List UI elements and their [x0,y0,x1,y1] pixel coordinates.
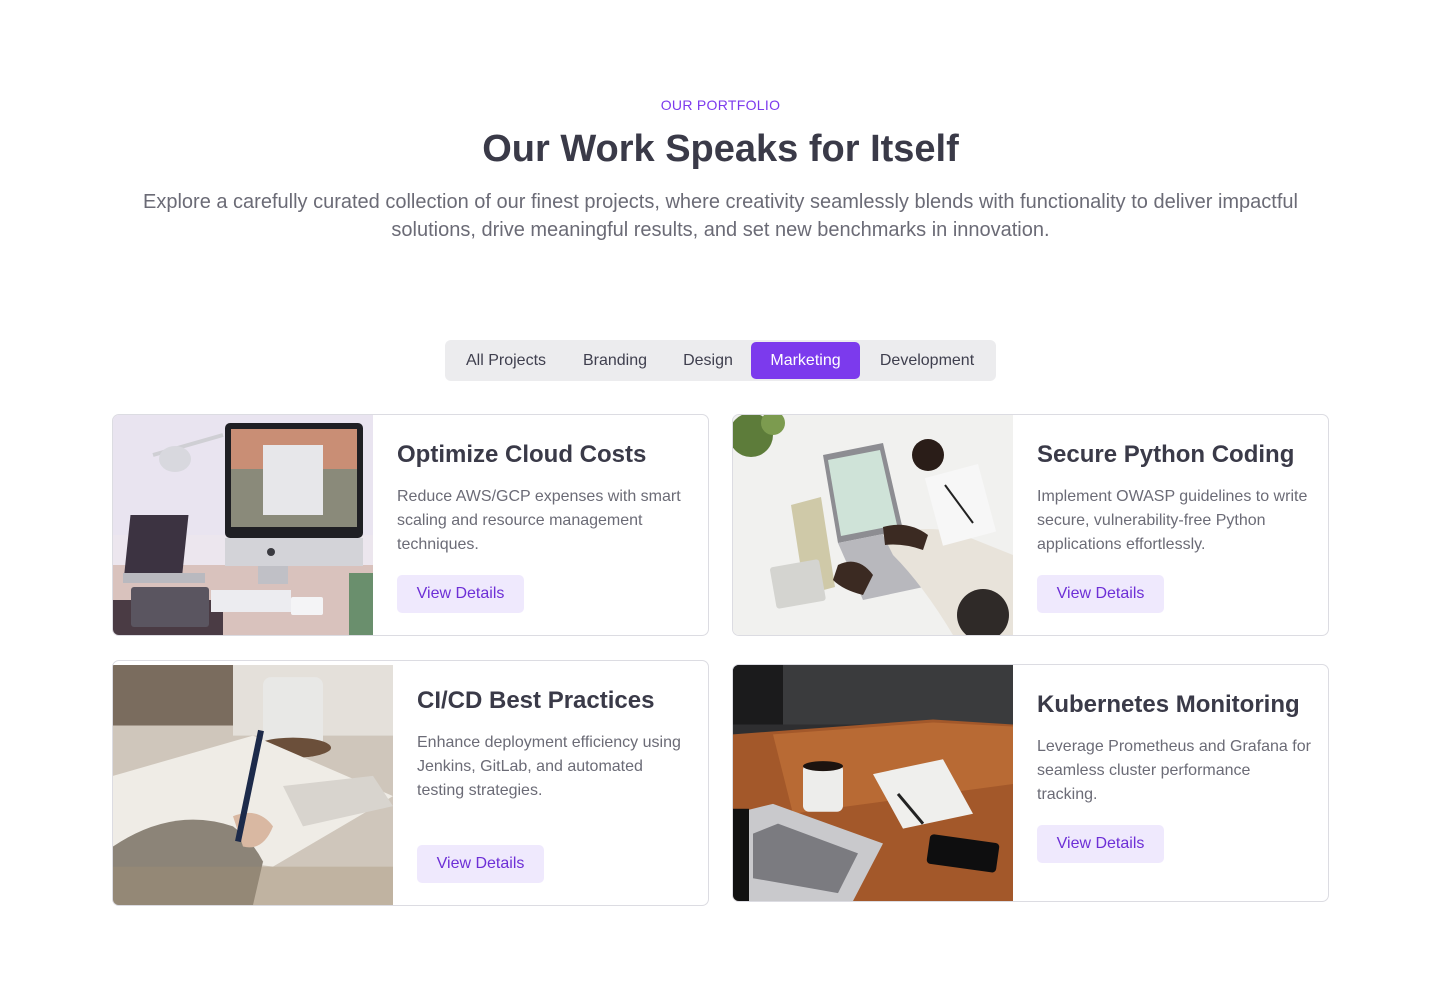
project-card-cicd: CI/CD Best Practices Enhance deployment … [112,660,709,906]
filter-tabs: All Projects Branding Design Marketing D… [445,340,996,381]
card-body: CI/CD Best Practices Enhance deployment … [417,661,708,905]
project-card-cloud-costs: Optimize Cloud Costs Reduce AWS/GCP expe… [112,414,709,636]
project-description: Enhance deployment efficiency using Jenk… [417,734,681,799]
view-details-button[interactable]: View Details [1037,575,1164,613]
project-title: Kubernetes Monitoring [1037,691,1300,718]
tab-design[interactable]: Design [665,342,751,379]
tab-branding[interactable]: Branding [565,342,665,379]
project-description: Implement OWASP guidelines to write secu… [1037,488,1308,553]
tab-development[interactable]: Development [860,342,994,379]
tab-marketing[interactable]: Marketing [751,342,860,379]
project-title: CI/CD Best Practices [417,687,655,714]
project-description: Leverage Prometheus and Grafana for seam… [1037,738,1311,803]
card-body: Kubernetes Monitoring Leverage Prometheu… [1037,665,1328,901]
laptop-overhead-photo [733,415,1013,635]
view-details-button[interactable]: View Details [417,845,544,883]
tab-all-projects[interactable]: All Projects [447,342,565,379]
project-title: Optimize Cloud Costs [397,441,647,468]
writing-notebook-photo [113,665,393,905]
view-details-button[interactable]: View Details [1037,825,1164,863]
page-title: Our Work Speaks for Itself [482,128,959,170]
card-body: Secure Python Coding Implement OWASP gui… [1037,415,1328,635]
project-description: Reduce AWS/GCP expenses with smart scali… [397,488,681,553]
portfolio-intro: Explore a carefully curated collection o… [143,191,1298,241]
view-details-button[interactable]: View Details [397,575,524,613]
project-card-kubernetes: Kubernetes Monitoring Leverage Prometheu… [732,664,1329,902]
card-body: Optimize Cloud Costs Reduce AWS/GCP expe… [397,415,708,635]
desk-imac-photo [113,415,373,635]
laptop-coffee-table-photo [733,665,1013,901]
project-title: Secure Python Coding [1037,441,1295,468]
project-card-secure-python: Secure Python Coding Implement OWASP gui… [732,414,1329,636]
portfolio-eyebrow: OUR PORTFOLIO [660,97,781,113]
